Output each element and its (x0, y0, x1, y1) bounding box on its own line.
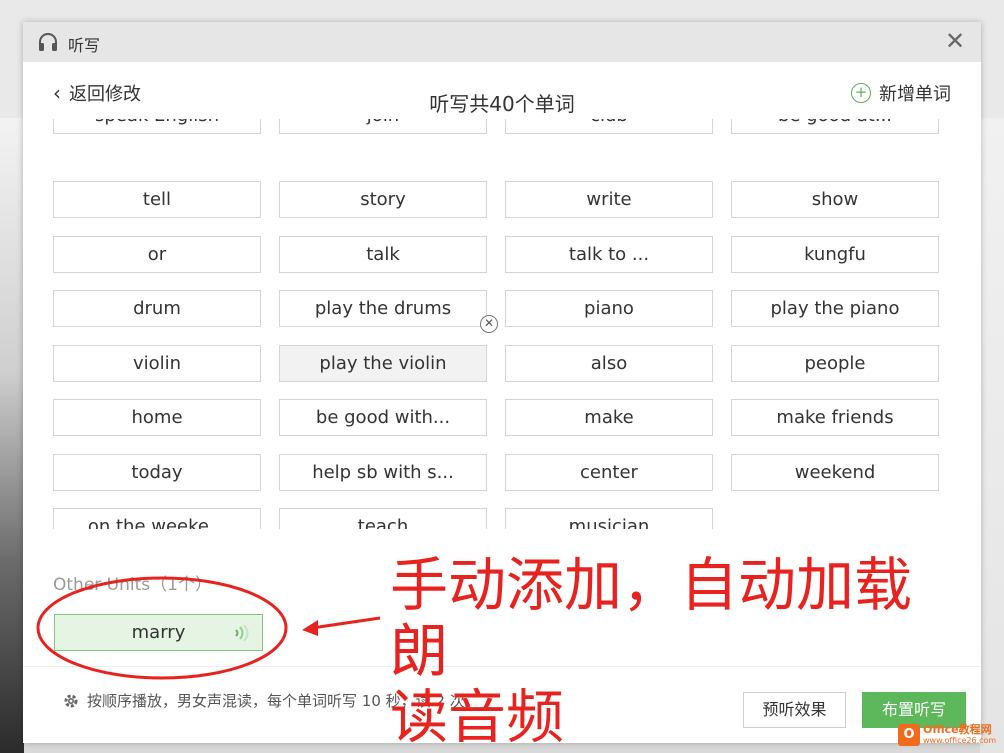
word-item[interactable]: today (53, 454, 261, 491)
word-item[interactable]: kungfu (731, 236, 939, 273)
word-item[interactable]: make (505, 399, 713, 436)
close-icon[interactable]: ✕ (943, 29, 967, 53)
word-item[interactable]: also (505, 345, 713, 382)
word-item[interactable]: piano (505, 290, 713, 327)
add-word-button[interactable]: + 新增单词 (851, 80, 951, 106)
remove-word-icon[interactable]: ✕ (480, 315, 498, 333)
watermark: O Office教程网 www.office26.com (898, 720, 1002, 750)
dialog-title: 听写 (68, 36, 101, 55)
word-item[interactable]: help sb with s... (279, 454, 487, 491)
word-item[interactable]: home (53, 399, 261, 436)
sound-wave-icon[interactable] (232, 623, 252, 643)
word-item[interactable]: story (279, 181, 487, 218)
word-item[interactable]: weekend (731, 454, 939, 491)
other-unit-word-item[interactable]: marry (54, 614, 263, 651)
word-item[interactable]: people (731, 345, 939, 382)
word-item[interactable]: center (505, 454, 713, 491)
headphones-icon (39, 33, 57, 51)
word-item[interactable]: on the weeke... (53, 508, 261, 529)
word-item[interactable]: club (505, 119, 713, 134)
word-item[interactable]: musician (505, 508, 713, 529)
page-title: 听写共40个单词 (429, 92, 575, 116)
watermark-url: www.office26.com (923, 736, 997, 745)
word-item[interactable]: play the piano (731, 290, 939, 327)
word-item[interactable]: be good at... (731, 119, 939, 134)
word-item[interactable]: show (731, 181, 939, 218)
watermark-brand: Office教程网 (923, 723, 992, 736)
word-item[interactable]: tell (53, 181, 261, 218)
other-units-label: Other Units（1个） (53, 575, 212, 595)
gear-icon (64, 694, 78, 707)
word-item[interactable]: write (505, 181, 713, 218)
word-item[interactable]: talk to ... (505, 236, 713, 273)
annotation-text: 手动添加，自动加载朗 读音频 (390, 552, 950, 750)
other-unit-word-label: marry (131, 622, 186, 643)
add-word-label: 新增单词 (879, 84, 951, 105)
dialog-titlebar: 听写 ✕ (23, 22, 981, 62)
word-item[interactable]: speak English (53, 119, 261, 134)
word-grid[interactable]: speak English join club be good at... te… (53, 119, 951, 529)
word-item[interactable]: make friends (731, 399, 939, 436)
plus-circle-icon: + (851, 83, 871, 103)
background-left (0, 118, 24, 753)
background-right (980, 118, 1004, 753)
word-item[interactable]: talk (279, 236, 487, 273)
word-item[interactable]: be good with... (279, 399, 487, 436)
word-item[interactable]: violin (53, 345, 261, 382)
annotation-line-2: 读音频 (390, 683, 565, 751)
word-item[interactable]: drum (53, 290, 261, 327)
watermark-text: Office教程网 www.office26.com (923, 724, 996, 746)
word-item[interactable]: play the drums (279, 290, 487, 327)
word-item[interactable]: teach (279, 508, 487, 529)
word-item-hovered[interactable]: play the violin (279, 345, 487, 382)
word-item[interactable]: or (53, 236, 261, 273)
annotation-line-1: 手动添加，自动加载朗 (390, 551, 913, 685)
watermark-logo: O (898, 724, 920, 746)
word-item[interactable]: join (279, 119, 487, 134)
